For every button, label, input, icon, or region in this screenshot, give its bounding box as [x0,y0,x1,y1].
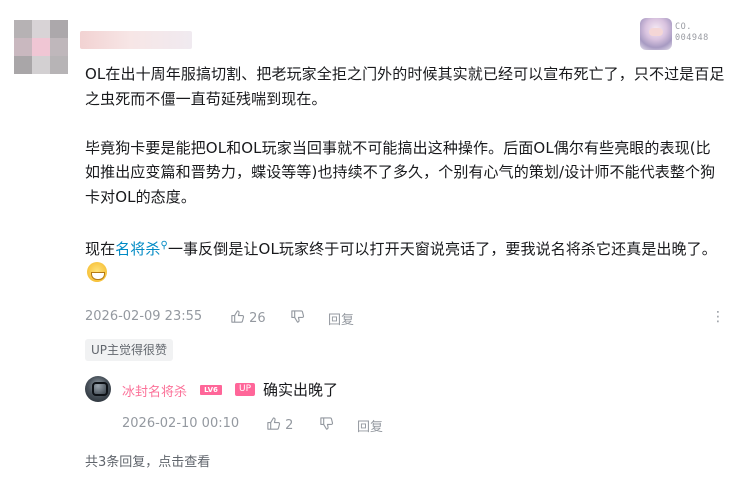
comment-timestamp: 2026-02-09 23:55 [85,309,203,324]
fan-badge-number: 004948 [675,33,709,43]
comment-paragraph-1: OL在出十周年服搞切割、把老玩家全拒之门外的时候其实就已经可以宣布死亡了，只不过… [85,65,725,108]
reply-reply-button[interactable]: 回复 [357,416,383,435]
reply-item: 冰封名将杀 LV6 UP 确实出晚了 [85,376,725,406]
paragraph-3-prefix: 现在 [85,239,116,258]
more-vertical-icon[interactable]: ⋮ [711,309,725,325]
view-all-replies-link[interactable]: 共3条回复，点击查看 [85,451,210,470]
comment-body: OL在出十周年服搞切割、把老玩家全拒之门外的时候其实就已经可以宣布死亡了，只不过… [85,62,725,286]
paragraph-3-suffix: 一事反倒是让OL玩家终于可以打开天窗说亮话了，要我说名将杀它还真是出晚了。 [167,239,717,258]
reply-button[interactable]: 回复 [328,309,354,328]
up-badge: UP [235,383,255,396]
reply-meta: 2026-02-10 00:10 2 回复 [122,416,722,435]
thumbs-up-icon [231,310,245,323]
fan-badge-line1: CO. [675,22,692,32]
up-liked-tag: UP主觉得很赞 [85,339,174,361]
reply-username[interactable]: 冰封名将杀 [122,381,187,400]
reply-avatar[interactable] [85,376,111,402]
fan-badge[interactable]: CO. 004948 [640,18,730,52]
like-button[interactable]: 26 [230,309,266,326]
comment-meta: 2026-02-09 23:55 26 回复 ⋮ [85,309,725,328]
commenter-avatar[interactable] [14,20,68,74]
comment-paragraph-3: 现在名将杀⚲一事反倒是让OL玩家终于可以打开天窗说亮话了，要我说名将杀它还真是出… [85,234,725,286]
comment-paragraph-2: 毕竟狗卡要是能把OL和OL玩家当回事就不可能搞出这种操作。后面OL偶尔有些亮眼的… [85,138,716,206]
search-icon[interactable]: ⚲ [161,240,168,251]
reply-like-count: 2 [285,418,294,433]
reply-text: 确实出晚了 [263,381,339,399]
thumbs-down-icon [320,417,334,430]
reply-like-button[interactable]: 2 [266,416,293,433]
like-count: 26 [249,311,266,326]
reply-timestamp: 2026-02-10 00:10 [122,416,240,431]
level-badge: LV6 [200,385,222,395]
dislike-button[interactable] [290,309,305,326]
thumbs-down-icon [291,310,305,323]
thumbs-up-icon [267,417,281,430]
commenter-username[interactable] [80,31,192,49]
grin-emote-icon [87,262,107,282]
keyword-search-link[interactable]: 名将杀 [115,240,160,258]
fan-badge-icon [640,18,672,50]
reply-dislike-button[interactable] [319,416,334,433]
